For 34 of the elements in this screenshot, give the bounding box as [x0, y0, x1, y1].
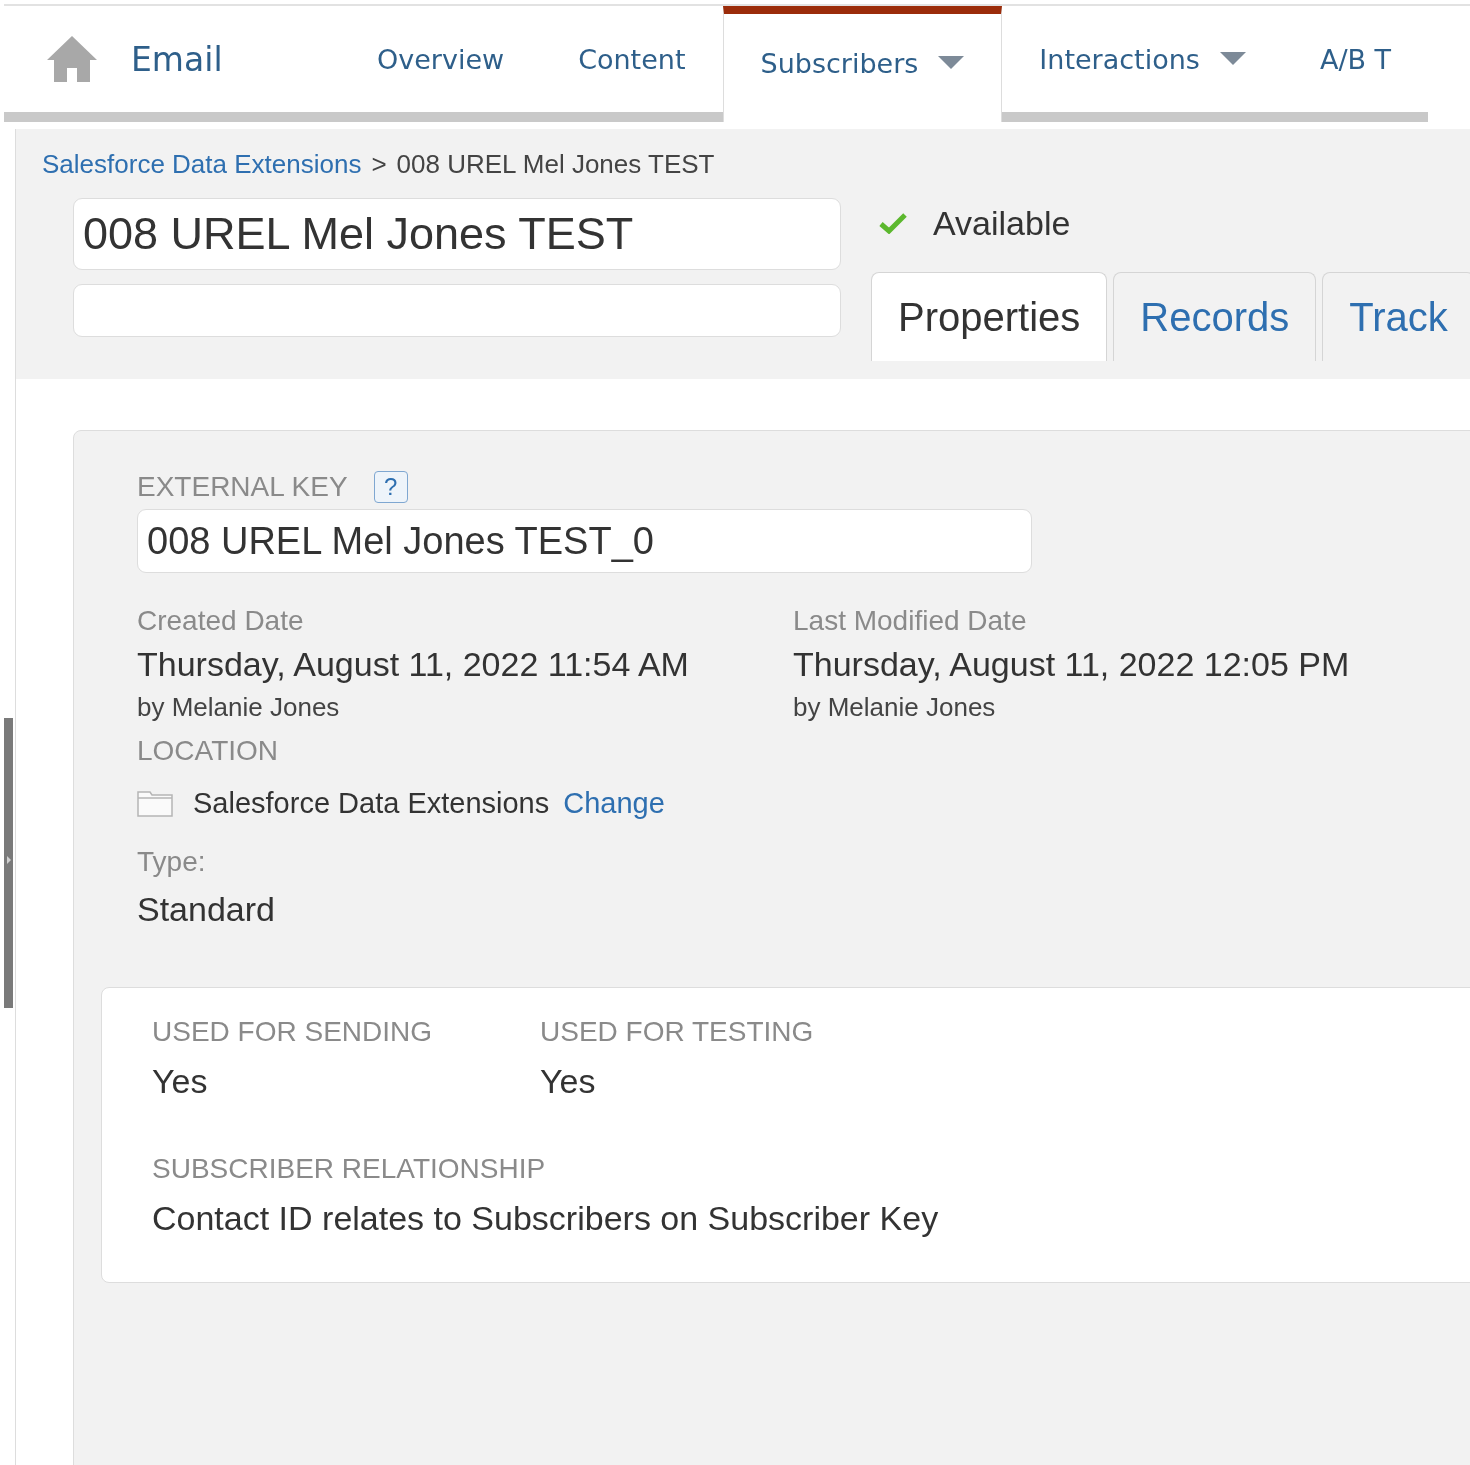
- tab[interactable]: Track: [1322, 272, 1470, 361]
- change-link[interactable]: Change: [563, 787, 665, 820]
- field-label: SUBSCRIBER RELATIONSHIP: [152, 1153, 547, 1185]
- name-field[interactable]: 008 UREL Mel Jones TEST: [73, 198, 841, 270]
- field-label: LOCATION: [137, 735, 279, 767]
- field-label: Type:: [137, 846, 206, 878]
- field-label: Last Modified Date: [793, 605, 1028, 637]
- tab[interactable]: Properties: [871, 272, 1108, 361]
- tab[interactable]: Records: [1113, 272, 1317, 361]
- folder-icon: [137, 790, 173, 817]
- type-value: Standard: [137, 890, 275, 929]
- breadcrumb-separator: >: [371, 149, 387, 180]
- field-label: USED FOR TESTING: [540, 1016, 815, 1048]
- description-field[interactable]: [73, 284, 841, 337]
- date-value: Thursday, August 11, 2022 12:05 PM: [793, 645, 1351, 684]
- app-title: Email: [131, 39, 223, 79]
- relationship-value: Contact ID relates to Subscribers on Subscriber Key: [152, 1199, 940, 1238]
- folder-name: Salesforce Data Extensions: [193, 787, 550, 820]
- field-value: Yes: [540, 1062, 597, 1101]
- status-label: Available: [933, 203, 1071, 243]
- author-text: by Melanie Jones: [793, 692, 997, 723]
- author-text: by Melanie Jones: [137, 692, 341, 723]
- field-label: USED FOR SENDING: [152, 1016, 434, 1048]
- nav-tab[interactable]: Subscribers: [722, 6, 1003, 122]
- date-value: Thursday, August 11, 2022 11:54 AM: [137, 645, 690, 684]
- field-label: EXTERNAL KEY: [137, 471, 348, 503]
- resize-handle[interactable]: [4, 718, 13, 1008]
- breadcrumb-current: 008 UREL Mel Jones TEST: [396, 149, 715, 180]
- help-button[interactable]: ?: [373, 471, 408, 503]
- external-key-field[interactable]: 008 UREL Mel Jones TEST_0: [137, 509, 1032, 573]
- field-value: Yes: [152, 1062, 209, 1101]
- breadcrumb-link[interactable]: Salesforce Data Extensions: [42, 149, 362, 180]
- field-label: Created Date: [137, 605, 305, 637]
- home-icon[interactable]: [45, 34, 99, 84]
